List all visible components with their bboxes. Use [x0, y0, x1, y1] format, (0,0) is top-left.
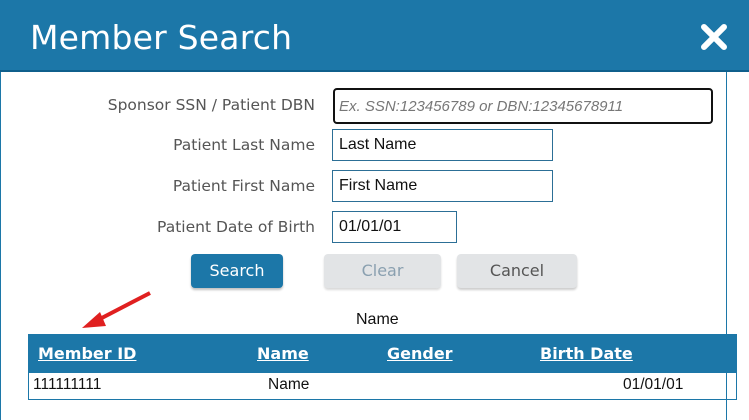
column-header-gender[interactable]: Gender: [387, 344, 453, 363]
cancel-button[interactable]: Cancel: [457, 254, 577, 288]
first-name-label: Patient First Name: [172, 177, 315, 195]
ssn-dbn-input[interactable]: [333, 88, 713, 124]
results-caption: Name: [356, 311, 399, 328]
cell-member-id[interactable]: 111111111: [33, 376, 101, 394]
column-header-birth-date[interactable]: Birth Date: [540, 344, 633, 363]
dob-label: Patient Date of Birth: [157, 218, 315, 236]
last-name-input[interactable]: [332, 129, 553, 161]
first-name-input[interactable]: [332, 170, 553, 202]
clear-button[interactable]: Clear: [324, 254, 441, 288]
dob-input[interactable]: [332, 211, 457, 243]
cell-birth-date[interactable]: 01/01/01: [623, 376, 683, 394]
table-header: Member ID Name Gender Birth Date: [29, 335, 736, 373]
results-table: Member ID Name Gender Birth Date 1111111…: [28, 334, 737, 400]
column-header-name[interactable]: Name: [257, 344, 309, 363]
member-search-dialog: Member Search Sponsor SSN / Patient DBN …: [0, 0, 749, 420]
close-icon[interactable]: [697, 20, 731, 54]
search-button[interactable]: Search: [191, 254, 283, 288]
cell-name[interactable]: Name: [268, 376, 309, 394]
annotation-arrow-icon: [82, 291, 151, 328]
dialog-title: Member Search: [30, 18, 293, 57]
last-name-label: Patient Last Name: [173, 136, 315, 154]
dialog-header: Member Search: [0, 0, 749, 72]
column-header-member-id[interactable]: Member ID: [38, 344, 136, 363]
ssn-label: Sponsor SSN / Patient DBN: [107, 96, 315, 114]
